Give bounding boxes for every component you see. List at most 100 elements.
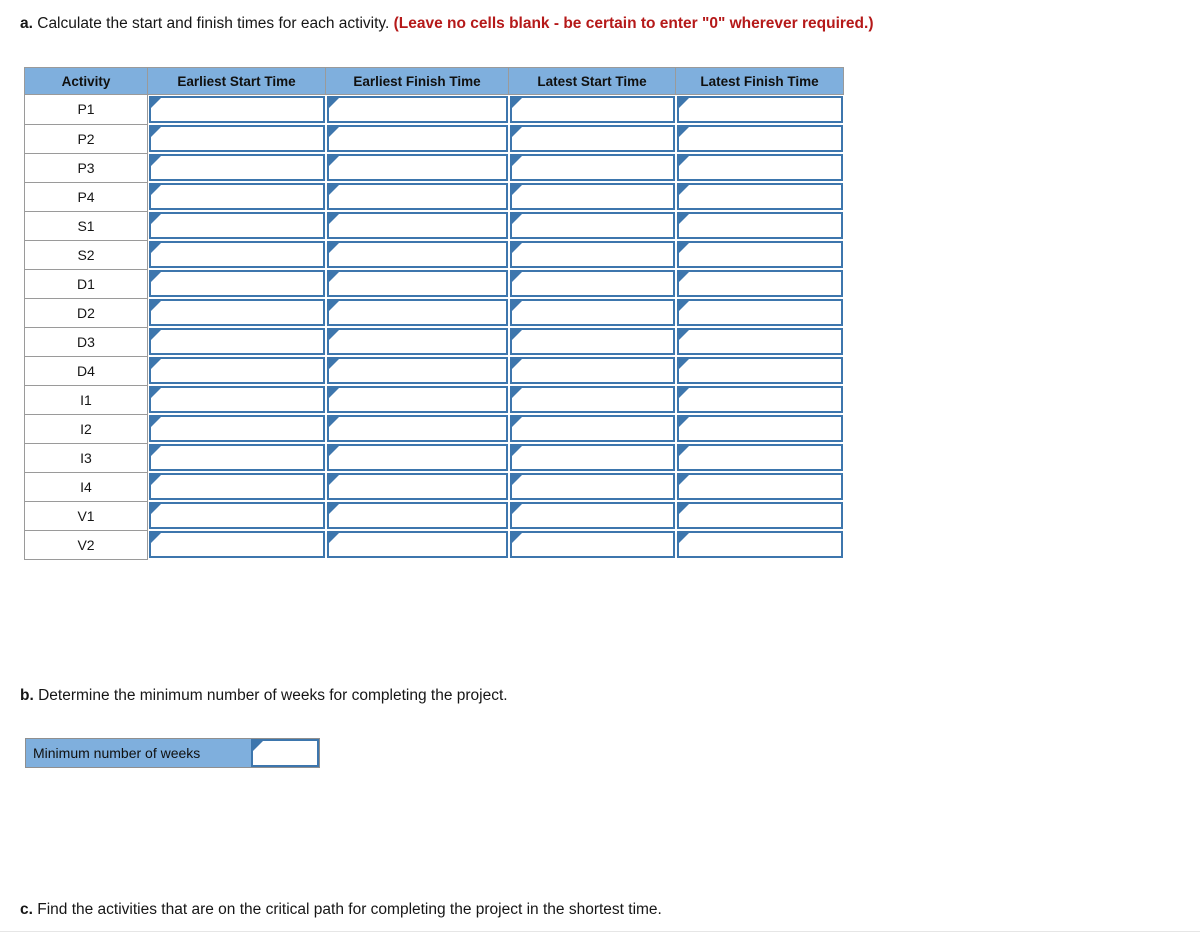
input-field-earliest-finish-time[interactable]	[326, 154, 508, 181]
input-field-earliest-finish-time[interactable]	[326, 531, 508, 558]
input-earliest-start-time[interactable]	[151, 388, 323, 411]
input-latest-start-time[interactable]	[511, 301, 673, 324]
input-field-latest-start-time[interactable]	[509, 473, 675, 500]
input-latest-start-time[interactable]	[511, 359, 673, 382]
input-latest-start-time[interactable]	[511, 475, 673, 498]
input-latest-finish-time[interactable]	[678, 156, 841, 179]
input-field-latest-finish-time[interactable]	[676, 270, 843, 297]
input-field-earliest-start-time[interactable]	[149, 96, 325, 123]
input-earliest-start-time[interactable]	[151, 504, 323, 527]
input-latest-start-time[interactable]	[511, 417, 673, 440]
input-earliest-start-time[interactable]	[151, 98, 323, 121]
input-field-earliest-finish-time[interactable]	[326, 183, 508, 210]
input-field-earliest-finish-time[interactable]	[326, 502, 508, 529]
input-earliest-finish-time[interactable]	[328, 359, 506, 382]
input-field-earliest-start-time[interactable]	[149, 502, 325, 529]
input-earliest-start-time[interactable]	[151, 272, 323, 295]
input-latest-start-time[interactable]	[511, 98, 673, 121]
input-earliest-finish-time[interactable]	[328, 243, 506, 266]
input-latest-start-time[interactable]	[511, 127, 673, 150]
input-earliest-start-time[interactable]	[151, 446, 323, 469]
input-field-earliest-finish-time[interactable]	[326, 299, 508, 326]
input-field-latest-start-time[interactable]	[509, 96, 675, 123]
input-field-earliest-finish-time[interactable]	[326, 96, 508, 123]
input-field-earliest-start-time[interactable]	[149, 183, 325, 210]
input-earliest-finish-time[interactable]	[328, 504, 506, 527]
input-field-latest-finish-time[interactable]	[676, 444, 843, 471]
input-field-earliest-start-time[interactable]	[149, 154, 325, 181]
input-field-latest-start-time[interactable]	[509, 386, 675, 413]
input-field-earliest-finish-time[interactable]	[326, 125, 508, 152]
input-earliest-finish-time[interactable]	[328, 417, 506, 440]
input-latest-start-time[interactable]	[511, 330, 673, 353]
input-earliest-finish-time[interactable]	[328, 301, 506, 324]
input-field-latest-finish-time[interactable]	[676, 386, 843, 413]
input-earliest-finish-time[interactable]	[328, 156, 506, 179]
input-field-latest-finish-time[interactable]	[676, 299, 843, 326]
input-field-latest-start-time[interactable]	[509, 357, 675, 384]
minimum-weeks-input[interactable]	[253, 741, 317, 765]
input-latest-finish-time[interactable]	[678, 214, 841, 237]
input-field-earliest-start-time[interactable]	[149, 125, 325, 152]
input-field-latest-start-time[interactable]	[509, 415, 675, 442]
input-earliest-finish-time[interactable]	[328, 127, 506, 150]
input-field-latest-finish-time[interactable]	[676, 473, 843, 500]
input-field-latest-start-time[interactable]	[509, 212, 675, 239]
input-field-latest-start-time[interactable]	[509, 502, 675, 529]
input-field-latest-finish-time[interactable]	[676, 125, 843, 152]
input-field-earliest-finish-time[interactable]	[326, 415, 508, 442]
input-earliest-finish-time[interactable]	[328, 185, 506, 208]
input-earliest-start-time[interactable]	[151, 417, 323, 440]
input-field-latest-finish-time[interactable]	[676, 212, 843, 239]
input-field-earliest-finish-time[interactable]	[326, 328, 508, 355]
input-earliest-finish-time[interactable]	[328, 272, 506, 295]
input-latest-start-time[interactable]	[511, 504, 673, 527]
input-latest-finish-time[interactable]	[678, 504, 841, 527]
input-latest-finish-time[interactable]	[678, 301, 841, 324]
input-latest-finish-time[interactable]	[678, 359, 841, 382]
input-field-latest-start-time[interactable]	[509, 154, 675, 181]
input-field-earliest-start-time[interactable]	[149, 299, 325, 326]
input-field-earliest-finish-time[interactable]	[326, 473, 508, 500]
input-latest-finish-time[interactable]	[678, 185, 841, 208]
input-field-earliest-start-time[interactable]	[149, 270, 325, 297]
input-latest-start-time[interactable]	[511, 533, 673, 556]
input-earliest-start-time[interactable]	[151, 127, 323, 150]
input-earliest-finish-time[interactable]	[328, 98, 506, 121]
input-field-earliest-start-time[interactable]	[149, 444, 325, 471]
input-field-latest-finish-time[interactable]	[676, 183, 843, 210]
input-field-latest-finish-time[interactable]	[676, 241, 843, 268]
input-field-latest-finish-time[interactable]	[676, 154, 843, 181]
input-latest-finish-time[interactable]	[678, 417, 841, 440]
input-latest-start-time[interactable]	[511, 388, 673, 411]
input-earliest-start-time[interactable]	[151, 533, 323, 556]
input-field-earliest-finish-time[interactable]	[326, 212, 508, 239]
input-field-earliest-start-time[interactable]	[149, 473, 325, 500]
input-field-earliest-finish-time[interactable]	[326, 386, 508, 413]
input-latest-finish-time[interactable]	[678, 98, 841, 121]
input-field-earliest-start-time[interactable]	[149, 328, 325, 355]
input-latest-finish-time[interactable]	[678, 127, 841, 150]
input-earliest-start-time[interactable]	[151, 330, 323, 353]
input-field-latest-finish-time[interactable]	[676, 415, 843, 442]
input-field-earliest-finish-time[interactable]	[326, 270, 508, 297]
input-field-latest-finish-time[interactable]	[676, 357, 843, 384]
minimum-weeks-field[interactable]	[251, 739, 319, 767]
input-earliest-finish-time[interactable]	[328, 388, 506, 411]
input-field-earliest-finish-time[interactable]	[326, 357, 508, 384]
input-field-earliest-start-time[interactable]	[149, 212, 325, 239]
input-field-earliest-start-time[interactable]	[149, 241, 325, 268]
input-earliest-finish-time[interactable]	[328, 475, 506, 498]
input-latest-start-time[interactable]	[511, 214, 673, 237]
input-field-latest-start-time[interactable]	[509, 328, 675, 355]
input-latest-finish-time[interactable]	[678, 272, 841, 295]
input-field-earliest-start-time[interactable]	[149, 357, 325, 384]
input-earliest-start-time[interactable]	[151, 301, 323, 324]
input-field-latest-finish-time[interactable]	[676, 531, 843, 558]
input-latest-finish-time[interactable]	[678, 243, 841, 266]
input-field-latest-finish-time[interactable]	[676, 502, 843, 529]
input-field-earliest-finish-time[interactable]	[326, 444, 508, 471]
input-latest-finish-time[interactable]	[678, 475, 841, 498]
input-latest-finish-time[interactable]	[678, 446, 841, 469]
input-field-latest-start-time[interactable]	[509, 531, 675, 558]
